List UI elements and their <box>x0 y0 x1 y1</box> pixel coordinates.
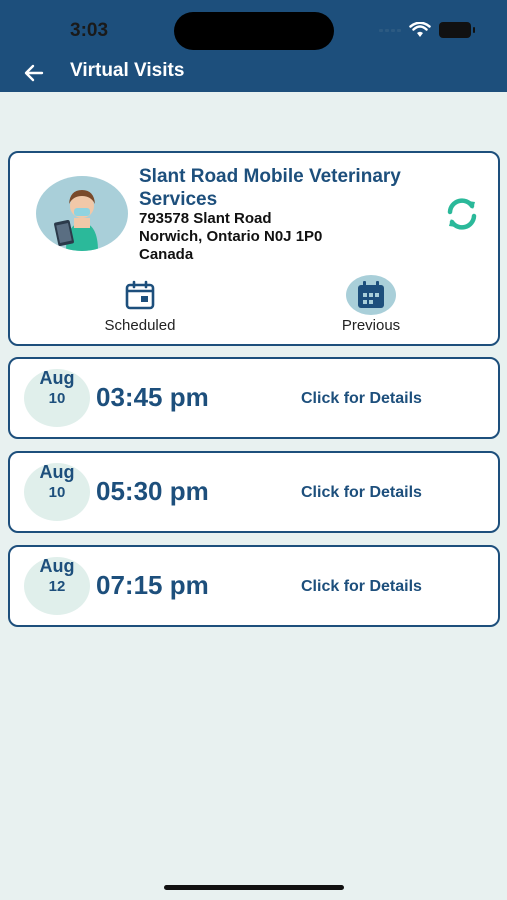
tab-previous-label: Previous <box>341 317 401 334</box>
visit-card[interactable]: Aug 10 05:30 pm Click for Details <box>8 451 500 533</box>
status-time: 3:03 <box>70 20 109 41</box>
refresh-icon[interactable] <box>444 196 480 232</box>
address-line-1: 793578 Slant Road <box>139 210 272 227</box>
home-indicator[interactable] <box>164 885 344 890</box>
provider-card: Slant Road Mobile Veterinary Services 79… <box>8 151 500 346</box>
visit-month: Aug <box>39 556 75 576</box>
visit-time: 05:30 pm <box>96 476 209 506</box>
visit-card[interactable]: Aug 12 07:15 pm Click for Details <box>8 545 500 627</box>
visit-time: 07:15 pm <box>96 570 209 600</box>
tab-scheduled-label: Scheduled <box>104 317 176 334</box>
visit-card[interactable]: Aug 10 03:45 pm Click for Details <box>8 357 500 439</box>
calendar-icon <box>125 280 155 310</box>
tab-previous[interactable]: Previous <box>301 275 441 337</box>
battery-icon <box>439 22 475 38</box>
provider-address: 793578 Slant Road Norwich, Ontario N0J 1… <box>139 210 419 264</box>
visit-time: 03:45 pm <box>96 382 209 412</box>
address-line-2: Norwich, Ontario N0J 1P0 <box>139 228 323 245</box>
visit-day: 12 <box>48 578 66 595</box>
signal-icon <box>379 28 401 32</box>
visit-day: 10 <box>48 390 66 407</box>
address-line-3: Canada <box>139 246 194 263</box>
visit-month: Aug <box>39 368 75 388</box>
calendar-grid-icon <box>358 281 384 308</box>
tab-scheduled[interactable]: Scheduled <box>70 275 210 337</box>
details-link[interactable]: Click for Details <box>301 390 422 408</box>
status-icons <box>379 22 475 38</box>
dynamic-island <box>174 12 334 50</box>
veterinarian-avatar <box>36 176 128 251</box>
app-header: 3:03 Virtual Visits <box>0 0 507 92</box>
provider-name: Slant Road Mobile Veterinary Services <box>139 166 401 210</box>
visit-month: Aug <box>39 462 75 482</box>
details-link[interactable]: Click for Details <box>301 578 422 596</box>
visit-day: 10 <box>48 484 66 501</box>
back-arrow-icon[interactable] <box>22 61 46 85</box>
details-link[interactable]: Click for Details <box>301 484 422 502</box>
wifi-icon <box>409 22 431 37</box>
page-title: Virtual Visits <box>70 60 185 81</box>
